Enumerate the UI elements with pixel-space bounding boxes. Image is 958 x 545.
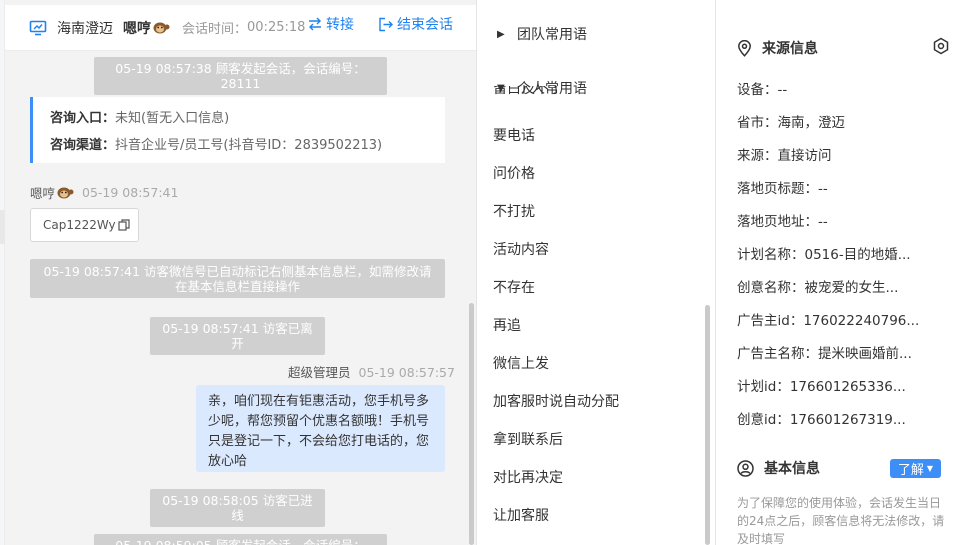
edit-notice-text: 为了保障您的使用体验，会话发生当日的24点之后，顾客信息将无法修改，请及时填写 bbox=[737, 496, 945, 545]
consult-entry-label: 咨询入口： bbox=[50, 111, 116, 126]
consult-channel-label: 咨询渠道： bbox=[50, 138, 116, 153]
team-phrases-title: 团队常用语 bbox=[517, 27, 587, 43]
team-phrases-toggle[interactable]: ▶ 团队常用语 bbox=[497, 24, 587, 44]
consult-entry-row: 咨询入口：未知(暂无入口信息) bbox=[50, 105, 445, 132]
agent-name: 超级管理员 bbox=[288, 365, 351, 380]
system-message-wechat-line2: 在基本信息栏直接操作 bbox=[174, 279, 300, 294]
visitor-message-meta: 嗯哼 05-19 08:57:41 bbox=[30, 183, 178, 202]
visitor-message-time: 05-19 08:57:41 bbox=[82, 185, 179, 200]
source-creative-name-row: 创意名称：被宠爱的女生... bbox=[737, 280, 899, 296]
exit-icon bbox=[379, 17, 393, 31]
caret-right-icon: ▶ bbox=[497, 28, 505, 40]
source-info-panel: 来源信息 设备：-- 省市：海南，澄迈 来源：直接访问 落地页标题：-- 落地页… bbox=[717, 0, 958, 545]
visitor-name: 嗯哼 bbox=[30, 186, 56, 201]
source-origin-row: 来源：直接访问 bbox=[737, 148, 832, 164]
learn-more-dropdown[interactable]: 了解 ▼ bbox=[890, 459, 941, 478]
phrase-item[interactable]: 不打扰 bbox=[493, 201, 535, 221]
end-session-button[interactable]: 结束会话 bbox=[378, 14, 453, 34]
phrase-item[interactable]: 让加客服 bbox=[493, 505, 549, 525]
source-plan-name-row: 计划名称：0516-目的地婚... bbox=[737, 247, 911, 263]
phrase-item[interactable]: 问价格 bbox=[493, 163, 535, 183]
source-device-row: 设备：-- bbox=[737, 82, 788, 98]
session-time-label: 会话时间： bbox=[182, 22, 248, 37]
phrase-item[interactable]: 对比再决定 bbox=[493, 467, 563, 487]
phrase-item[interactable]: 不存在 bbox=[493, 277, 535, 297]
end-session-label: 结束会话 bbox=[397, 17, 453, 33]
phrases-scrollbar[interactable] bbox=[705, 305, 710, 545]
consult-channel-value: 抖音企业号/员工号(抖音号ID：2839502213) bbox=[115, 138, 383, 153]
basic-info-header: 基本信息 bbox=[737, 458, 820, 478]
phrase-item-partial-text: 留白及不了 bbox=[493, 86, 563, 97]
monitor-icon bbox=[29, 19, 47, 37]
source-creative-id-row: 创意id：176601267319... bbox=[737, 412, 906, 428]
system-message-session-start: 05-19 08:57:38 顾客发起会话，会话编号：28111 bbox=[94, 57, 387, 95]
visitor-message-bubble[interactable]: Cap1222Wy bbox=[30, 208, 139, 242]
learn-more-label: 了解 bbox=[897, 463, 924, 478]
source-advertiser-name-row: 广告主名称：提米映画婚前... bbox=[737, 346, 912, 362]
source-province-row: 省市：海南，澄迈 bbox=[737, 115, 845, 131]
user-circle-icon bbox=[737, 459, 754, 477]
phrase-item[interactable]: 微信上发 bbox=[493, 353, 549, 373]
agent-message-time: 05-19 08:57:57 bbox=[358, 365, 455, 380]
system-message-wechat-tagged: 05-19 08:57:41 访客微信号已自动标记右侧基本信息栏，如需修改请 在… bbox=[30, 259, 445, 298]
phrase-item[interactable]: 再追 bbox=[493, 315, 521, 335]
system-message-visitor-entered: 05-19 08:58:05 访客已进线 bbox=[150, 489, 325, 527]
consult-channel-row: 咨询渠道：抖音企业号/员工号(抖音号ID：2839502213) bbox=[50, 132, 445, 159]
session-time-value: 00:25:18 bbox=[247, 20, 306, 35]
system-message-wechat-line1: 05-19 08:57:41 访客微信号已自动标记右侧基本信息栏，如需修改请 bbox=[43, 264, 432, 279]
agent-message-meta: 超级管理员 05-19 08:57:57 bbox=[288, 362, 455, 381]
location-pin-icon bbox=[738, 39, 751, 57]
source-plan-id-row: 计划id：176601265336... bbox=[737, 379, 906, 395]
system-message-session-start-2: 05-19 08:59:05 顾客发起会话，会话编号：28111 bbox=[94, 534, 387, 545]
source-landing-url-row: 落地页地址：-- bbox=[737, 214, 828, 230]
agent-message-bubble: 亲，咱们现在有钜惠活动，您手机号多少呢，帮您预留个优惠名额哦！手机号只是登记一下… bbox=[196, 385, 445, 472]
phrase-item[interactable]: 要电话 bbox=[493, 125, 535, 145]
source-advertiser-id-row: 广告主id：176022240796... bbox=[737, 313, 920, 329]
monkey-emoji-icon bbox=[153, 22, 170, 34]
phrase-item-partial[interactable]: 留白及不了 bbox=[493, 86, 613, 98]
consult-info-card: 咨询入口：未知(暂无入口信息) 咨询渠道：抖音企业号/员工号(抖音号ID：283… bbox=[30, 97, 445, 163]
source-info-header: 来源信息 bbox=[737, 38, 818, 58]
swap-arrows-icon bbox=[309, 17, 321, 31]
copy-icon[interactable] bbox=[118, 219, 130, 231]
phrase-item[interactable]: 加客服时说自动分配 bbox=[493, 391, 619, 411]
chat-scrollbar[interactable] bbox=[469, 303, 474, 545]
visitor-message-text: Cap1222Wy bbox=[43, 218, 116, 232]
system-message-visitor-left: 05-19 08:57:41 访客已离开 bbox=[150, 317, 325, 355]
phrase-item[interactable]: 活动内容 bbox=[493, 239, 549, 259]
source-landing-title-row: 落地页标题：-- bbox=[737, 181, 828, 197]
phrase-item[interactable]: 拿到联系后 bbox=[493, 429, 563, 449]
chat-panel: 海南澄迈 嗯哼 会话时间： 00:25:18 转接 结束会话 05-19 08:… bbox=[5, 0, 476, 545]
visitor-nickname: 嗯哼 bbox=[123, 18, 170, 38]
monkey-emoji-icon bbox=[57, 187, 74, 199]
basic-info-title: 基本信息 bbox=[764, 461, 820, 477]
visitor-nickname-text: 嗯哼 bbox=[123, 20, 151, 37]
visitor-region: 海南澄迈 bbox=[57, 20, 113, 37]
phrases-panel: ▶ 团队常用语 ▼ 个人常用语 留白及不了 要电话 问价格 不打扰 活动内容 不… bbox=[476, 0, 716, 545]
source-info-title: 来源信息 bbox=[762, 41, 818, 57]
settings-icon[interactable] bbox=[932, 37, 950, 55]
transfer-label: 转接 bbox=[326, 17, 354, 33]
consult-entry-value: 未知(暂无入口信息) bbox=[115, 111, 230, 126]
caret-down-icon: ▼ bbox=[926, 464, 934, 473]
transfer-button[interactable]: 转接 bbox=[307, 14, 354, 34]
